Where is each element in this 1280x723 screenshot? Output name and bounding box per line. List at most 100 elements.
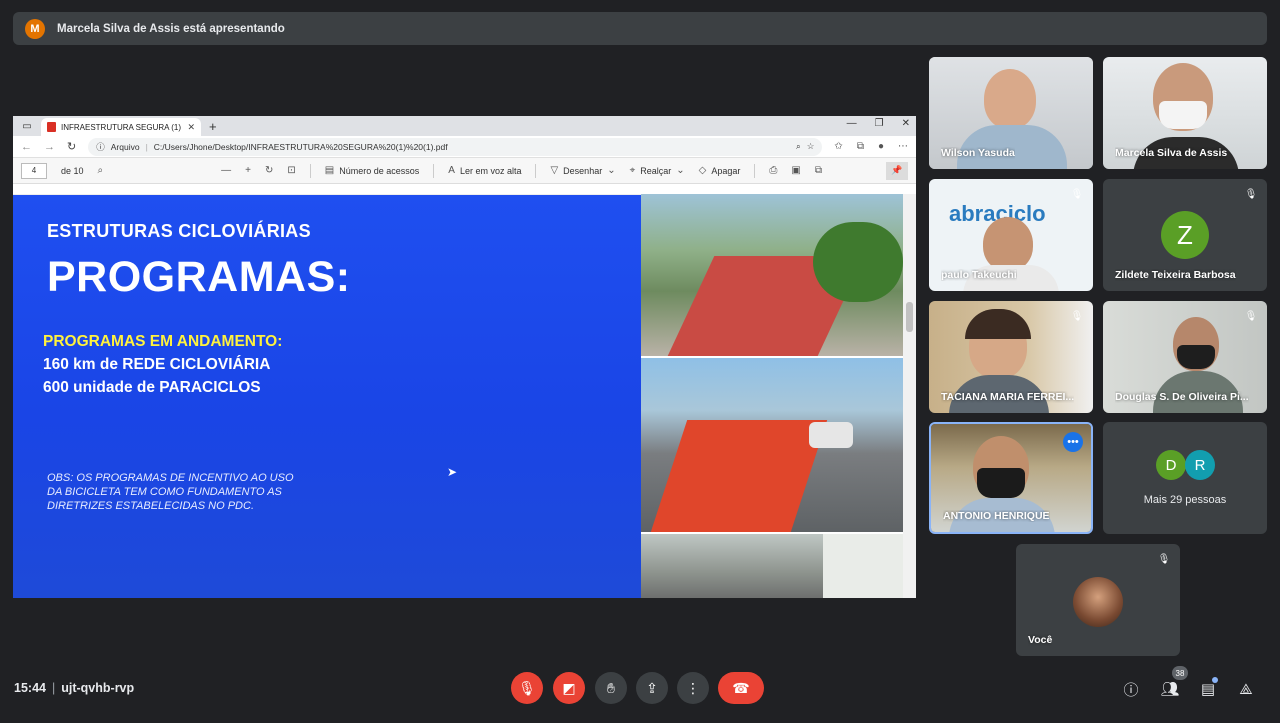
favorite-add-icon[interactable]: ☆ xyxy=(807,141,815,152)
activities-icon[interactable]: ⟁ xyxy=(1236,679,1256,699)
zoom-icon[interactable]: ⌕ xyxy=(796,141,801,152)
page-number-input[interactable]: 4 xyxy=(21,162,47,179)
participant-name: Marcela Silva de Assis xyxy=(1115,147,1228,159)
leave-call-button[interactable]: ☎︎ xyxy=(718,672,764,704)
more-icon[interactable]: ⋯ xyxy=(898,141,908,152)
participant-tile-douglas[interactable]: 🎙︎ Douglas S. De Oliveira Pi... xyxy=(1103,301,1267,413)
raise-hand-button[interactable]: ✋︎ xyxy=(595,672,627,704)
presenter-text: Marcela Silva de Assis está apresentando xyxy=(57,22,285,35)
mic-off-icon: 🎙︎ xyxy=(1157,553,1171,565)
search-icon[interactable]: ⌕ xyxy=(98,165,104,176)
participant-tile-paulo[interactable]: abraciclo 🎙︎ paulo Takeuchi xyxy=(929,179,1093,291)
meeting-info: 15:44 | ujt-qvhb-rvp xyxy=(14,681,135,695)
collections-icon[interactable]: ⧉ xyxy=(857,141,864,152)
browser-tools: ✩ ⧉ ● ⋯ xyxy=(834,141,908,152)
access-numbers-button[interactable]: ▤ Número de acessos xyxy=(325,165,420,176)
reload-icon[interactable]: ↻ xyxy=(67,140,76,153)
zoom-in-icon[interactable]: + xyxy=(245,165,251,176)
window-controls: — ❐ ✕ xyxy=(847,118,910,129)
minimize-icon[interactable]: — xyxy=(847,118,857,129)
hang-up-icon: ☎︎ xyxy=(732,679,750,696)
mic-toggle-button[interactable]: 🎙︎ xyxy=(511,672,543,704)
close-tab-icon[interactable]: ✕ xyxy=(187,122,195,133)
pdf-scrollbar[interactable] xyxy=(903,194,916,598)
fit-page-icon[interactable]: ⊡ xyxy=(287,165,295,176)
slide-title: PROGRAMAS: xyxy=(47,253,351,301)
print-icon[interactable]: ⎙ xyxy=(769,165,777,176)
window-menu-icon[interactable]: ▭ xyxy=(13,116,41,136)
people-icon[interactable]: 👥︎ xyxy=(1160,679,1180,699)
cycling-photo-2 xyxy=(641,358,903,532)
mic-off-icon: 🎙︎ xyxy=(1070,188,1084,200)
meeting-code: ujt-qvhb-rvp xyxy=(61,681,135,695)
slide-line-1: 160 km de REDE CICLOVIÁRIA xyxy=(43,356,271,373)
rotate-icon[interactable]: ↻ xyxy=(265,165,273,176)
presenter-avatar: M xyxy=(25,18,45,39)
mic-off-icon: 🎙︎ xyxy=(518,679,536,696)
bottom-bar: 15:44 | ujt-qvhb-rvp 🎙︎ ◩ ✋︎ ⇪ ⋮ ☎︎ ⓘ 👥︎ 3… xyxy=(0,660,1280,723)
camera-off-icon: ◩ xyxy=(562,679,576,696)
save-as-icon[interactable]: ⧉ xyxy=(815,165,822,176)
participant-avatar: Z xyxy=(1161,211,1209,259)
page-total: de 10 xyxy=(61,165,84,176)
new-tab-icon[interactable]: + xyxy=(209,119,217,134)
address-bar: ← → ↻ ⓘ Arquivo | C:/Users/Jhone/Desktop… xyxy=(13,136,916,158)
more-participants-tile[interactable]: D R Mais 29 pessoas xyxy=(1103,422,1267,534)
restore-icon[interactable]: ❐ xyxy=(875,118,884,129)
participant-name: TACIANA MARIA FERREI... xyxy=(941,391,1075,403)
profile-icon[interactable]: ● xyxy=(878,141,884,152)
meet-window: M Marcela Silva de Assis está apresentan… xyxy=(0,0,1280,723)
participant-tile-marcela[interactable]: Marcela Silva de Assis xyxy=(1103,57,1267,169)
highlight-button[interactable]: ⌖ Realçar ⌄ xyxy=(630,165,685,176)
draw-button[interactable]: ▽ Desenhar ⌄ xyxy=(550,165,615,176)
browser-tab[interactable]: INFRAESTRUTURA SEGURA (1) ( ✕ xyxy=(41,118,201,136)
mic-off-icon: 🎙︎ xyxy=(1244,188,1258,200)
slide-subtitle: PROGRAMAS EM ANDAMENTO: xyxy=(43,333,283,350)
back-icon[interactable]: ← xyxy=(21,141,32,153)
participant-tile-wilson[interactable]: Wilson Yasuda xyxy=(929,57,1093,169)
save-icon[interactable]: ▣ xyxy=(791,165,800,176)
more-options-button[interactable]: ⋮ xyxy=(677,672,709,704)
more-options-icon[interactable]: ••• xyxy=(1063,432,1083,452)
slide-kicker: ESTRUTURAS CICLOVIÁRIAS xyxy=(47,221,311,241)
read-aloud-button[interactable]: A Ler em voz alta xyxy=(448,165,521,176)
slide-photos xyxy=(641,194,903,598)
participant-tile-taciana[interactable]: 🎙︎ TACIANA MARIA FERREI... xyxy=(929,301,1093,413)
more-participants-label: Mais 29 pessoas xyxy=(1143,494,1227,506)
cycling-photo-1 xyxy=(641,194,903,356)
participant-name: ANTONIO HENRIQUE xyxy=(943,510,1050,522)
zoom-out-icon[interactable]: — xyxy=(221,165,231,176)
present-screen-icon: ⇪ xyxy=(646,679,658,696)
participant-tile-zildete[interactable]: Z 🎙︎ Zildete Teixeira Barbosa xyxy=(1103,179,1267,291)
pin-toolbar-icon[interactable]: 📌 xyxy=(886,161,908,180)
erase-button[interactable]: ◇ Apagar xyxy=(699,165,741,176)
participant-name: Zildete Teixeira Barbosa xyxy=(1115,269,1236,281)
url-text: C:/Users/Jhone/Desktop/INFRAESTRUTURA%20… xyxy=(153,141,448,152)
participant-tile-antonio[interactable]: ••• ANTONIO HENRIQUE xyxy=(929,422,1093,534)
browser-tabbar: ▭ INFRAESTRUTURA SEGURA (1) ( ✕ + — ❐ ✕ xyxy=(13,116,916,136)
read-aloud-icon: A xyxy=(448,165,455,176)
pdf-icon xyxy=(47,122,56,132)
url-field[interactable]: ⓘ Arquivo | C:/Users/Jhone/Desktop/INFRA… xyxy=(88,137,823,156)
slide-obs: OBS: OS PROGRAMAS DE INCENTIVO AO USO DA… xyxy=(47,472,294,512)
meeting-details-icon[interactable]: ⓘ xyxy=(1121,679,1141,699)
self-avatar xyxy=(1073,577,1123,627)
favorites-icon[interactable]: ✩ xyxy=(834,141,842,152)
eraser-icon: ◇ xyxy=(698,165,707,176)
page-list-icon: ▤ xyxy=(324,165,335,176)
draw-icon: ▽ xyxy=(550,165,559,176)
slide-line-2: 600 unidade de PARACICLOS xyxy=(43,379,261,396)
chevron-down-icon: ⌄ xyxy=(676,165,685,176)
more-vert-icon: ⋮ xyxy=(686,679,700,696)
pdf-viewport: ESTRUTURAS CICLOVIÁRIAS PROGRAMAS: PROGR… xyxy=(13,194,916,598)
info-icon: ⓘ xyxy=(96,141,105,152)
chevron-down-icon: ⌄ xyxy=(607,165,616,176)
participant-name: Wilson Yasuda xyxy=(941,147,1015,159)
camera-toggle-button[interactable]: ◩ xyxy=(553,672,585,704)
self-tile[interactable]: 🎙︎ Você xyxy=(1016,544,1180,656)
present-button[interactable]: ⇪ xyxy=(636,672,668,704)
forward-icon[interactable]: → xyxy=(44,141,55,153)
close-window-icon[interactable]: ✕ xyxy=(902,118,910,129)
scroll-thumb[interactable] xyxy=(906,302,913,332)
participant-avatar-d: D xyxy=(1156,450,1186,480)
